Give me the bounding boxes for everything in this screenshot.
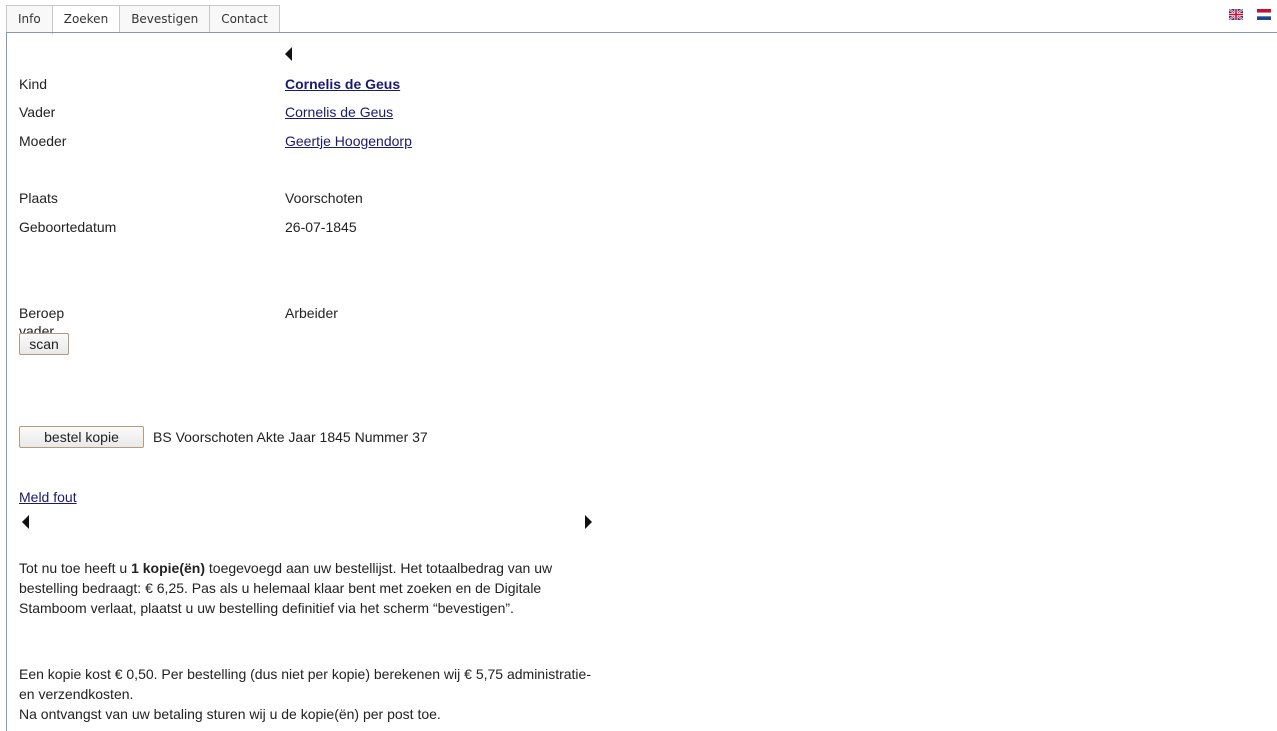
- moeder-link[interactable]: Geertje Hoogendorp: [285, 132, 412, 150]
- previous-record-arrow-icon[interactable]: [22, 515, 29, 529]
- tab-zoeken[interactable]: Zoeken: [51, 5, 120, 34]
- beroep-value: Arbeider: [285, 305, 338, 321]
- kind-label: Kind: [19, 76, 48, 92]
- akte-reference: BS Voorschoten Akte Jaar 1845 Nummer 37: [153, 429, 428, 445]
- plaats-value: Voorschoten: [285, 190, 363, 206]
- tab-info[interactable]: Info: [6, 5, 52, 32]
- order-summary-paragraph: Tot nu toe heeft u 1 kopie(ën) toegevoeg…: [19, 558, 609, 618]
- language-switcher: [1229, 9, 1271, 20]
- meld-fout-link[interactable]: Meld fout: [19, 488, 77, 506]
- next-record-arrow-icon[interactable]: [585, 515, 592, 529]
- tab-bevestigen[interactable]: Bevestigen: [119, 5, 210, 32]
- scan-button[interactable]: scan: [19, 333, 69, 355]
- vader-label: Vader: [19, 104, 56, 120]
- price-paragraph: Een kopie kost € 0,50. Per bestelling (d…: [19, 666, 591, 702]
- tab-bar: Info Zoeken Bevestigen Contact: [6, 5, 280, 34]
- tab-contact[interactable]: Contact: [209, 5, 280, 32]
- kind-link[interactable]: Cornelis de Geus: [285, 75, 400, 93]
- order-summary-text-start: Tot nu toe heeft u: [19, 560, 132, 576]
- tab-divider: [6, 32, 1277, 33]
- geboortedatum-value: 26-07-1845: [285, 219, 357, 235]
- content-border: [6, 32, 7, 731]
- plaats-label: Plaats: [19, 190, 58, 206]
- order-count: 1 kopie(ën): [131, 560, 205, 576]
- previous-arrow-icon[interactable]: [285, 47, 292, 61]
- vader-link[interactable]: Cornelis de Geus: [285, 103, 393, 121]
- delivery-paragraph: Na ontvangst van uw betaling sturen wij …: [19, 706, 441, 722]
- geboortedatum-label: Geboortedatum: [19, 219, 117, 235]
- nl-flag-icon[interactable]: [1257, 9, 1271, 20]
- moeder-label: Moeder: [19, 133, 67, 149]
- bestel-kopie-button[interactable]: bestel kopie: [19, 426, 144, 448]
- uk-flag-icon[interactable]: [1229, 9, 1243, 20]
